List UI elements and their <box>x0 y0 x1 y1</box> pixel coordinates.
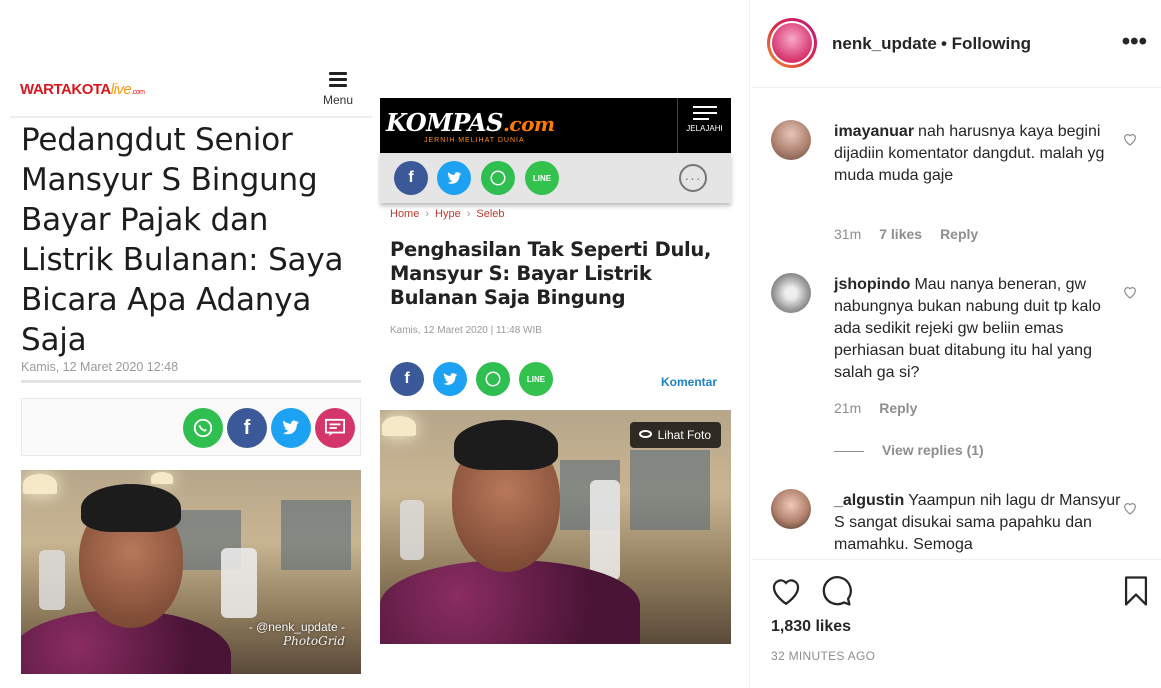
lihat-foto-button: Lihat Foto <box>629 422 721 448</box>
facebook-icon: f <box>394 161 428 195</box>
facebook-icon: f <box>390 362 424 396</box>
kompas-article: KOMPAS.com JERNIH MELIHAT DUNIA JELAJAHI… <box>380 98 731 648</box>
twitter-icon <box>437 161 471 195</box>
divider <box>21 380 361 383</box>
eye-icon <box>638 430 652 438</box>
commenter-avatar[interactable] <box>771 489 811 529</box>
kompas-headline: Penghasilan Tak Seperti Dulu, Mansyur S:… <box>390 238 712 309</box>
wartakota-article: WARTAKOTAlive.com Menu Pedangdut Senior … <box>10 62 372 688</box>
like-heart-icon[interactable] <box>769 574 803 608</box>
comment-username[interactable]: jshopindo <box>834 276 910 293</box>
kompas-jelajahi: JELAJAHI <box>677 98 731 153</box>
kompas-header: KOMPAS.com JERNIH MELIHAT DUNIA JELAJAHI <box>380 98 731 153</box>
photo-watermark: - @nenk_update - PhotoGrid <box>248 620 345 648</box>
comment-meta: 31m 7 likes Reply <box>834 226 979 242</box>
whatsapp-icon <box>183 408 223 448</box>
comment-meta: 21m Reply <box>834 400 918 416</box>
wartakota-header: WARTAKOTAlive.com Menu <box>10 62 372 118</box>
post-actions: 1,830 likes 32 MINUTES AGO <box>751 559 1161 688</box>
avatar[interactable] <box>767 18 817 68</box>
comment-icon <box>315 408 355 448</box>
twitter-icon <box>271 408 311 448</box>
bookmark-icon[interactable] <box>1119 574 1153 608</box>
heart-icon[interactable] <box>1122 284 1138 300</box>
commenter-avatar[interactable] <box>771 273 811 313</box>
reply-button[interactable]: Reply <box>879 400 917 416</box>
wartakota-headline: Pedangdut Senior Mansyur S Bingung Bayar… <box>21 122 344 358</box>
comment-username[interactable]: imayanuar <box>834 123 914 140</box>
following-status[interactable]: • Following <box>941 34 1031 54</box>
wartakota-photo: - @nenk_update - PhotoGrid <box>21 470 361 674</box>
reply-button[interactable]: Reply <box>940 226 978 242</box>
comment-bubble-icon: ··· <box>679 164 707 192</box>
heart-icon[interactable] <box>1122 131 1138 147</box>
comments-list[interactable]: imayanuar nah harusnya kaya begini dijadi… <box>751 89 1161 559</box>
commenter-avatar[interactable] <box>771 120 811 160</box>
post-image[interactable]: WARTAKOTAlive.com Menu Pedangdut Senior … <box>0 0 750 688</box>
whatsapp-icon <box>476 362 510 396</box>
wartakota-menu: Menu <box>318 70 358 107</box>
search-menu-icon <box>692 106 717 120</box>
kompas-date: Kamis, 12 Maret 2020 | 11:48 WIB <box>390 325 542 336</box>
comment-likes[interactable]: 7 likes <box>879 226 922 242</box>
wartakota-logo: WARTAKOTAlive.com <box>20 81 145 98</box>
kompas-share-bar: f LINE ··· <box>380 153 731 203</box>
facebook-icon: f <box>227 408 267 448</box>
post-timestamp[interactable]: 32 MINUTES AGO <box>771 649 875 663</box>
line-icon: LINE <box>525 161 559 195</box>
kompas-photo: Lihat Foto <box>380 410 731 644</box>
twitter-icon <box>433 362 467 396</box>
wartakota-date: Kamis, 12 Maret 2020 12:48 <box>21 360 179 374</box>
view-replies-button[interactable]: View replies (1) <box>834 442 984 458</box>
breadcrumb: Home › Hype › Seleb <box>390 208 505 220</box>
wartakota-share-bar: f <box>21 398 361 456</box>
line-icon: LINE <box>519 362 553 396</box>
kompas-logo: KOMPAS.com <box>386 108 555 137</box>
more-options-icon[interactable]: ••• <box>1122 28 1147 56</box>
post-header: nenk_update • Following ••• <box>751 0 1161 88</box>
heart-icon[interactable] <box>1122 500 1138 516</box>
username-link[interactable]: nenk_update <box>832 34 937 54</box>
comment-username[interactable]: _algustin <box>834 492 904 509</box>
likes-count[interactable]: 1,830 likes <box>771 618 851 636</box>
comment-icon[interactable] <box>819 574 853 608</box>
komentar-link: Komentar <box>660 375 717 389</box>
whatsapp-icon <box>481 161 515 195</box>
hamburger-icon <box>329 72 347 87</box>
